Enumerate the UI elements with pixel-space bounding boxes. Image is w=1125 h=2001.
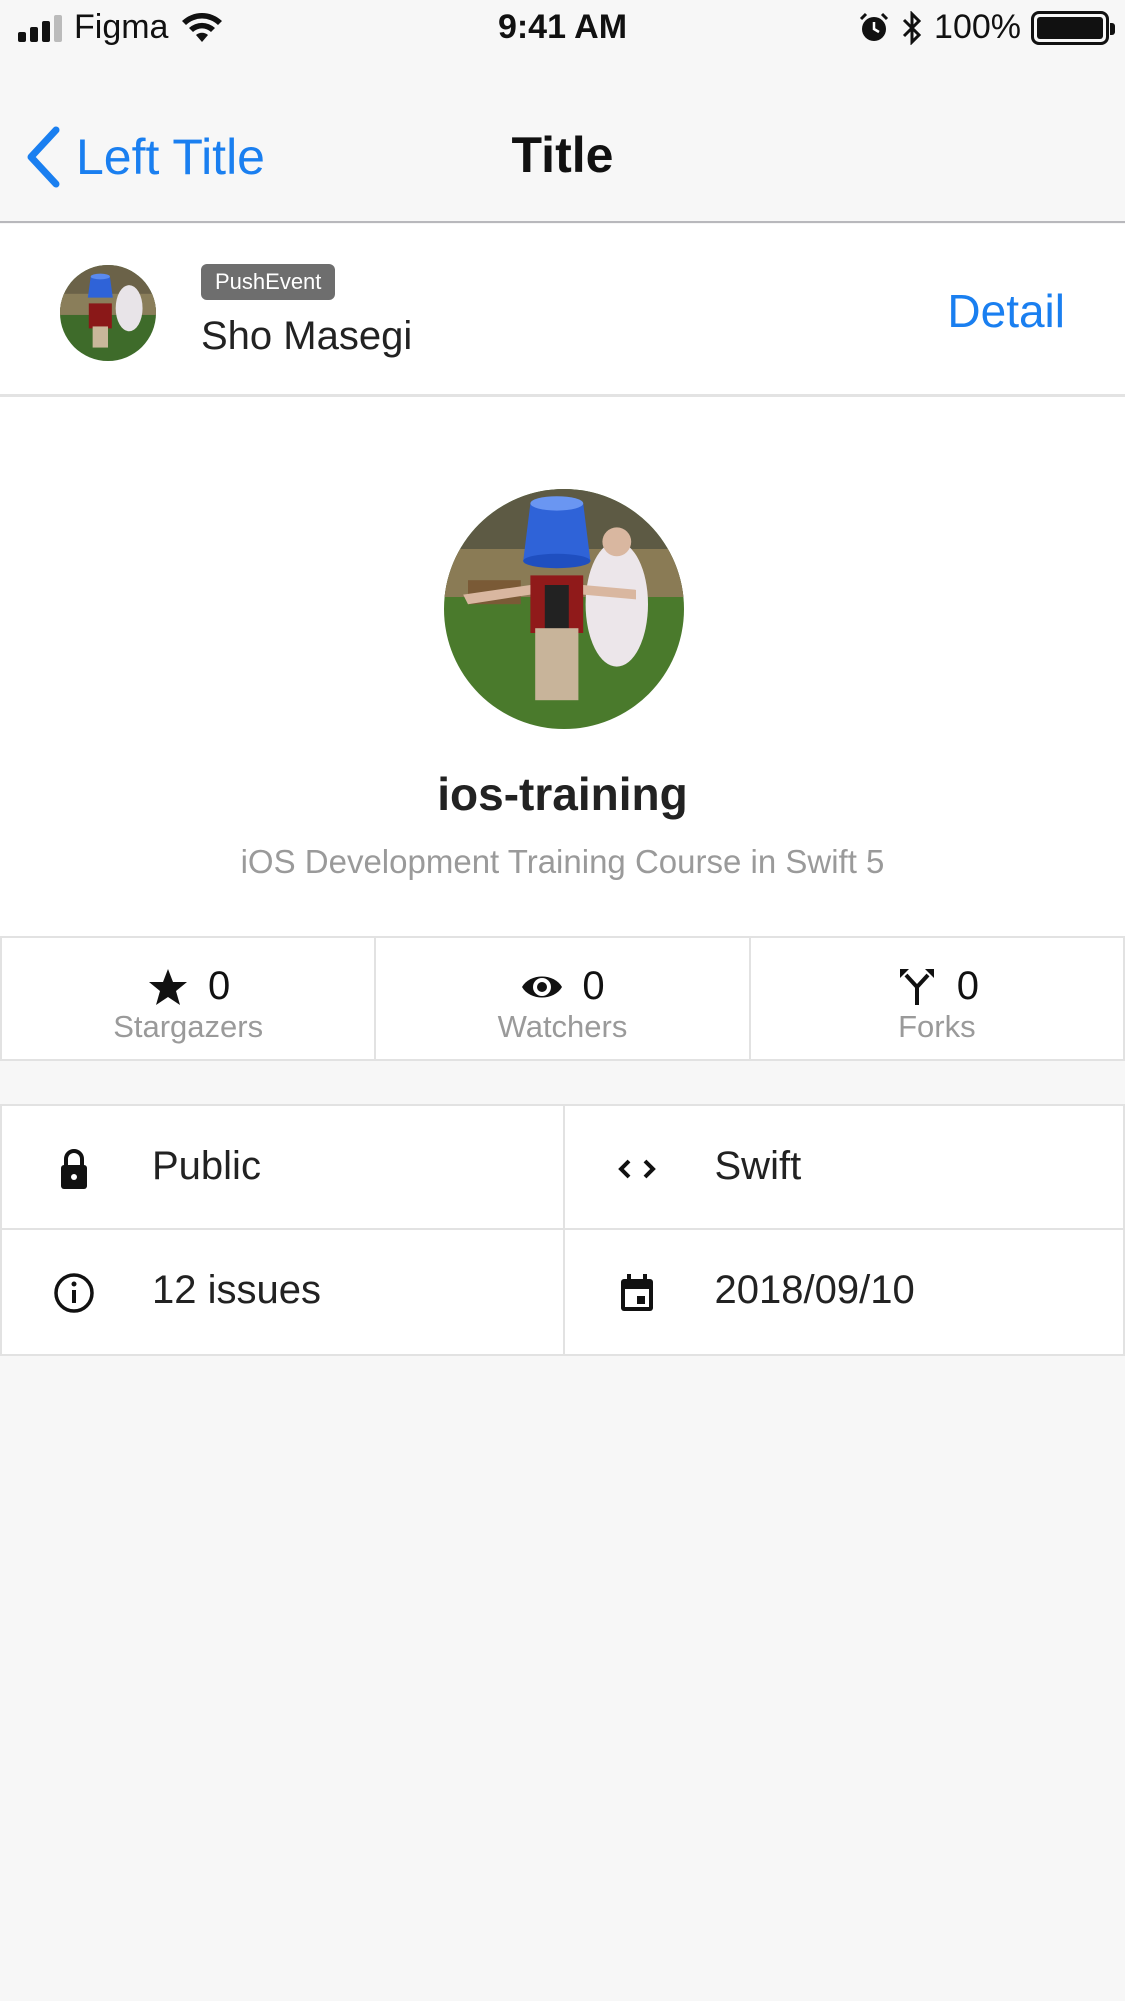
info-text: 12 issues <box>152 1268 321 1312</box>
info-text: 2018/09/10 <box>714 1268 915 1312</box>
status-right: 100% <box>858 8 1115 47</box>
status-bar: Figma 9:41 AM 100% <box>0 0 1125 60</box>
repo-name: ios-training <box>437 768 688 820</box>
battery-icon <box>1031 10 1115 45</box>
info-language: Swift <box>562 1106 1125 1230</box>
event-row: PushEvent Sho Masegi Detail <box>0 224 1125 397</box>
repo-stats: 0 Stargazers 0 Watchers 0 Forks <box>0 936 1125 1061</box>
avatar <box>60 265 156 361</box>
page-title: Title <box>511 127 614 183</box>
info-icon <box>54 1273 94 1313</box>
stat-value: 0 <box>956 964 979 1008</box>
stat-label: Forks <box>898 1009 976 1044</box>
repo-info-grid: Public Swift 12 issues 2018/09/10 <box>0 1104 1125 1356</box>
info-date: 2018/09/10 <box>562 1230 1125 1354</box>
event-user-name: Sho Masegi <box>201 314 413 358</box>
info-visibility: Public <box>0 1106 563 1230</box>
repo-header: ios-training iOS Development Training Co… <box>0 397 1125 937</box>
stat-label: Stargazers <box>113 1009 264 1044</box>
navigation-bar: Left Title Title <box>0 60 1125 223</box>
info-text: Public <box>152 1144 261 1188</box>
stat-value: 0 <box>208 964 231 1008</box>
battery-percentage: 100% <box>934 8 1021 46</box>
info-text: Swift <box>714 1144 802 1188</box>
alarm-icon <box>859 12 889 41</box>
code-icon <box>617 1159 656 1179</box>
info-issues[interactable]: 12 issues <box>0 1230 563 1354</box>
stat-watchers[interactable]: 0 Watchers <box>374 938 748 1059</box>
calendar-icon <box>620 1274 653 1311</box>
lock-icon <box>61 1149 87 1189</box>
fork-icon <box>899 968 934 1005</box>
stat-value: 0 <box>582 964 605 1008</box>
eye-icon <box>522 976 563 997</box>
event-type-badge: PushEvent <box>201 264 336 300</box>
stat-label: Watchers <box>497 1009 628 1044</box>
stat-stargazers[interactable]: 0 Stargazers <box>0 938 374 1059</box>
detail-button[interactable]: Detail <box>947 284 1065 338</box>
bluetooth-icon <box>902 10 922 45</box>
repo-description: iOS Development Training Course in Swift… <box>240 843 885 880</box>
repo-avatar <box>444 489 684 729</box>
star-icon <box>149 968 188 1005</box>
stat-forks[interactable]: 0 Forks <box>748 938 1125 1059</box>
